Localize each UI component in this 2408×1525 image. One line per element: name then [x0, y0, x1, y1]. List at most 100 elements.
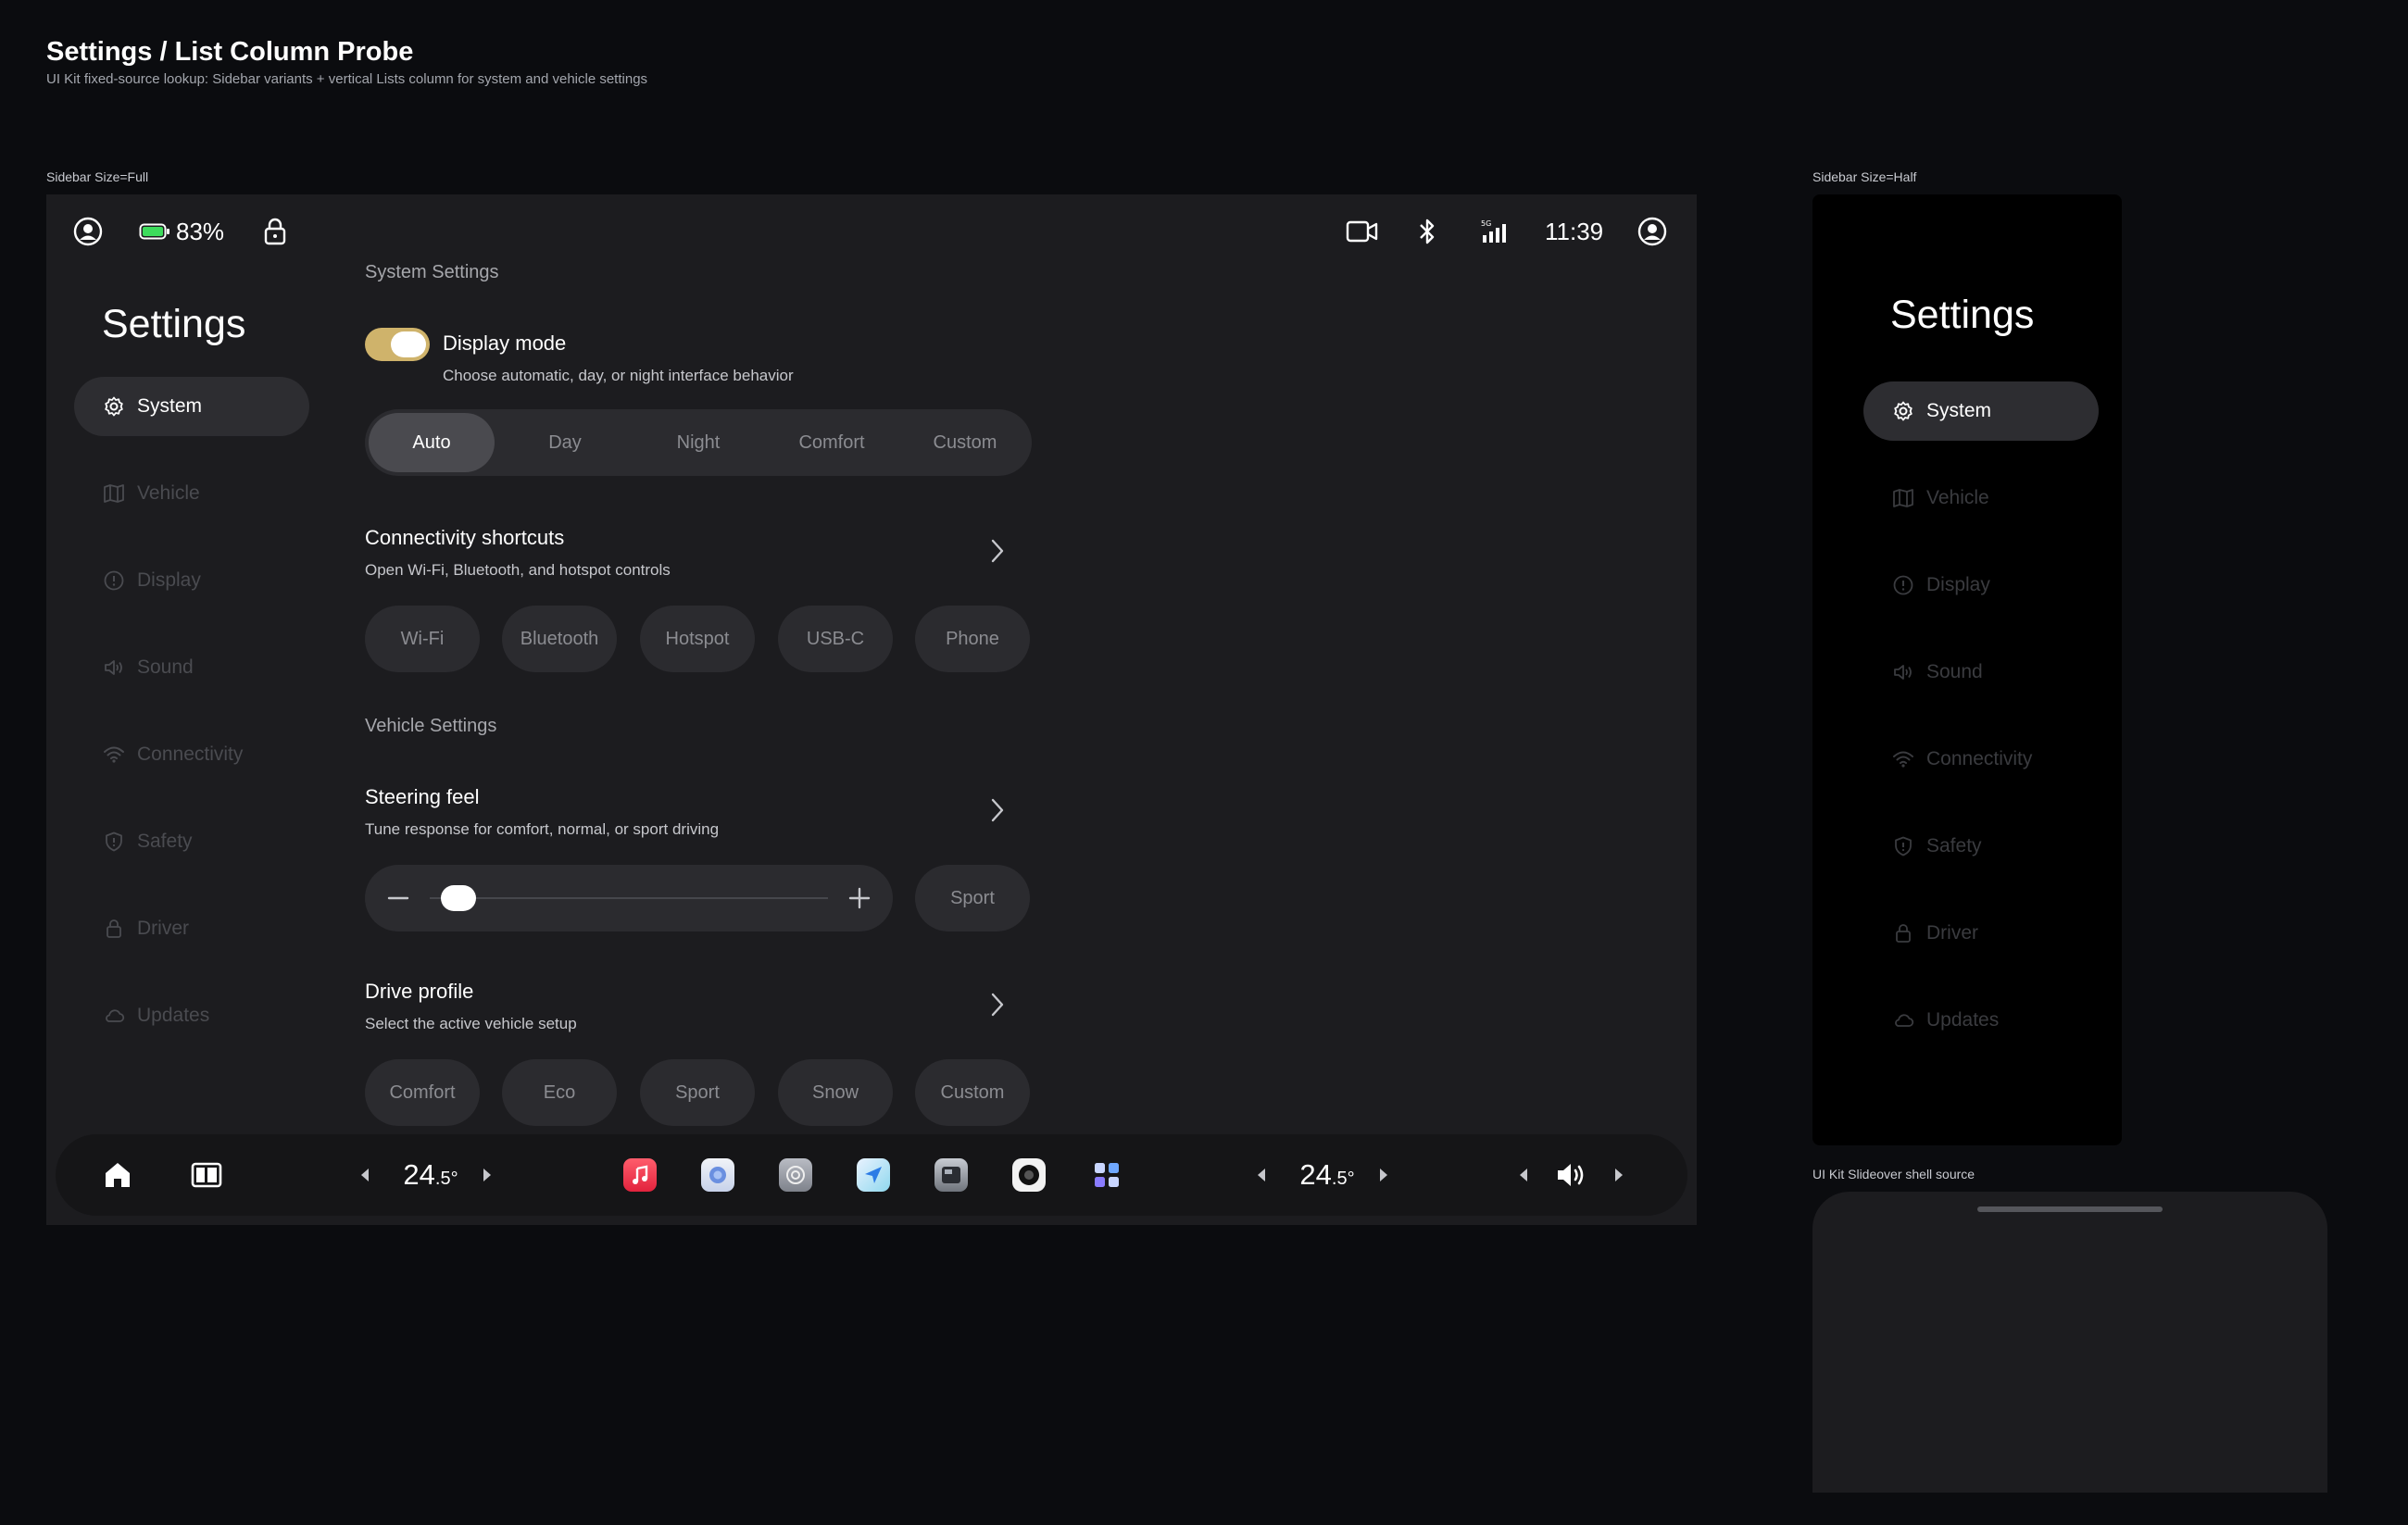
minus-icon[interactable] [387, 889, 409, 907]
cloud-icon [1891, 1008, 1915, 1032]
steering-mode-chip[interactable]: Sport [915, 865, 1030, 931]
slider-thumb[interactable] [440, 885, 476, 911]
frame-label-half: Sidebar Size=Half [1812, 169, 1917, 184]
right-temp-up-arrow[interactable] [1373, 1134, 1395, 1216]
sidebar-item-system[interactable]: System [1863, 381, 2099, 441]
section-label-vehicle: Vehicle Settings [365, 716, 497, 736]
sidebar-item-label: Display [1926, 574, 1990, 595]
chip-eco[interactable]: Eco [502, 1059, 617, 1126]
display-mode-title: Display mode [443, 331, 567, 355]
chevron-right-icon[interactable] [988, 537, 1007, 565]
segment-day[interactable]: Day [502, 413, 628, 472]
profile-icon[interactable] [72, 213, 104, 250]
sidebar-item-label: Sound [137, 656, 194, 678]
navigation-app-icon[interactable] [850, 1134, 897, 1216]
lock-icon [102, 917, 126, 941]
gear-icon [1891, 399, 1915, 423]
chevron-right-icon[interactable] [988, 991, 1007, 1019]
sidebar-item-sound[interactable]: Sound [74, 638, 309, 697]
dashcam-icon[interactable] [1346, 213, 1379, 250]
display-mode-toggle[interactable] [365, 328, 430, 361]
chip-custom[interactable]: Custom [915, 1059, 1030, 1126]
sidebar-item-sound[interactable]: Sound [1863, 643, 2099, 702]
right-temp-down-arrow[interactable] [1250, 1134, 1273, 1216]
right-temperature: 24.5° [1286, 1134, 1369, 1216]
sidebar-item-connectivity[interactable]: Connectivity [74, 725, 309, 784]
wifi-icon [102, 743, 126, 767]
sidebar-item-safety[interactable]: Safety [1863, 817, 2099, 876]
segment-comfort[interactable]: Comfort [769, 413, 895, 472]
media-app-icon[interactable] [928, 1134, 974, 1216]
sidebar-item-driver[interactable]: Driver [1863, 904, 2099, 963]
segment-custom[interactable]: Custom [902, 413, 1028, 472]
volume-down-arrow[interactable] [1512, 1134, 1535, 1216]
sidebar-item-vehicle[interactable]: Vehicle [74, 464, 309, 523]
steering-slider [365, 865, 893, 931]
gear-icon [102, 394, 126, 419]
sidebar-item-driver[interactable]: Driver [74, 899, 309, 958]
signal-5g-icon: 5G [1480, 213, 1511, 250]
sidebar-item-label: Updates [1926, 1009, 2000, 1031]
left-temp-value: 24 [403, 1158, 435, 1191]
left-temp-up-arrow[interactable] [476, 1134, 498, 1216]
info-icon [1891, 573, 1915, 597]
sidebar-item-updates[interactable]: Updates [74, 986, 309, 1045]
sidebar-item-display[interactable]: Display [1863, 556, 2099, 615]
sidebar-item-label: Safety [137, 831, 193, 852]
home-icon[interactable] [94, 1134, 141, 1216]
cloud-icon [102, 1004, 126, 1028]
wifi-icon [1891, 747, 1915, 771]
right-temp-decimal: .5° [1331, 1169, 1355, 1189]
connectivity-title[interactable]: Connectivity shortcuts [365, 526, 564, 550]
volume-up-arrow[interactable] [1608, 1134, 1630, 1216]
split-view-icon[interactable] [183, 1134, 230, 1216]
chip-bluetooth[interactable]: Bluetooth [502, 606, 617, 672]
sidebar-item-label: System [137, 395, 203, 417]
steering-title[interactable]: Steering feel [365, 785, 480, 809]
sidebar-item-connectivity[interactable]: Connectivity [1863, 730, 2099, 789]
camera-app-icon[interactable] [1006, 1134, 1052, 1216]
sidebar-item-label: Connectivity [1926, 748, 2033, 769]
chip-snow[interactable]: Snow [778, 1059, 893, 1126]
clock-time: 11:39 [1545, 217, 1604, 245]
sidebar-item-display[interactable]: Display [74, 551, 309, 610]
left-temp-down-arrow[interactable] [354, 1134, 376, 1216]
apps-grid-icon[interactable] [1084, 1134, 1130, 1216]
info-icon [102, 569, 126, 593]
plus-icon[interactable] [848, 887, 871, 909]
browser-app-icon[interactable] [695, 1134, 741, 1216]
shield-icon [1891, 834, 1915, 858]
sidebar-item-vehicle[interactable]: Vehicle [1863, 469, 2099, 528]
sidebar-item-label: Driver [137, 918, 189, 939]
chip-phone[interactable]: Phone [915, 606, 1030, 672]
music-app-icon[interactable] [617, 1134, 663, 1216]
chevron-right-icon[interactable] [988, 796, 1007, 824]
segment-auto[interactable]: Auto [369, 413, 495, 472]
slideover-grab-handle[interactable] [1977, 1206, 2163, 1212]
slider-track[interactable] [430, 897, 828, 899]
account-icon[interactable] [1637, 213, 1668, 250]
chip-sport[interactable]: Sport [640, 1059, 755, 1126]
map-icon [102, 481, 126, 506]
svg-text:5G: 5G [1481, 219, 1491, 228]
bluetooth-icon[interactable] [1415, 213, 1439, 250]
frame-label-full: Sidebar Size=Full [46, 169, 149, 184]
bottom-dock: 24.5° 24.5° [56, 1134, 1687, 1216]
sidebar-item-safety[interactable]: Safety [74, 812, 309, 871]
sidebar-item-label: Connectivity [137, 744, 244, 765]
settings-app-icon[interactable] [772, 1134, 819, 1216]
segment-night[interactable]: Night [635, 413, 761, 472]
status-bar: 83% 5G 11:39 [46, 194, 1697, 269]
sidebar-item-updates[interactable]: Updates [1863, 991, 2099, 1050]
sidebar-item-system[interactable]: System [74, 377, 309, 436]
lock-icon[interactable] [262, 213, 288, 250]
chip-comfort[interactable]: Comfort [365, 1059, 480, 1126]
chip-usb-c[interactable]: USB-C [778, 606, 893, 672]
chip-wifi[interactable]: Wi-Fi [365, 606, 480, 672]
connectivity-description: Open Wi-Fi, Bluetooth, and hotspot contr… [365, 561, 671, 579]
chip-hotspot[interactable]: Hotspot [640, 606, 755, 672]
drive-profile-title[interactable]: Drive profile [365, 980, 473, 1004]
volume-icon[interactable] [1549, 1134, 1595, 1216]
battery-icon [139, 223, 169, 240]
frame-label-slideover: UI Kit Slideover shell source [1812, 1167, 1975, 1181]
